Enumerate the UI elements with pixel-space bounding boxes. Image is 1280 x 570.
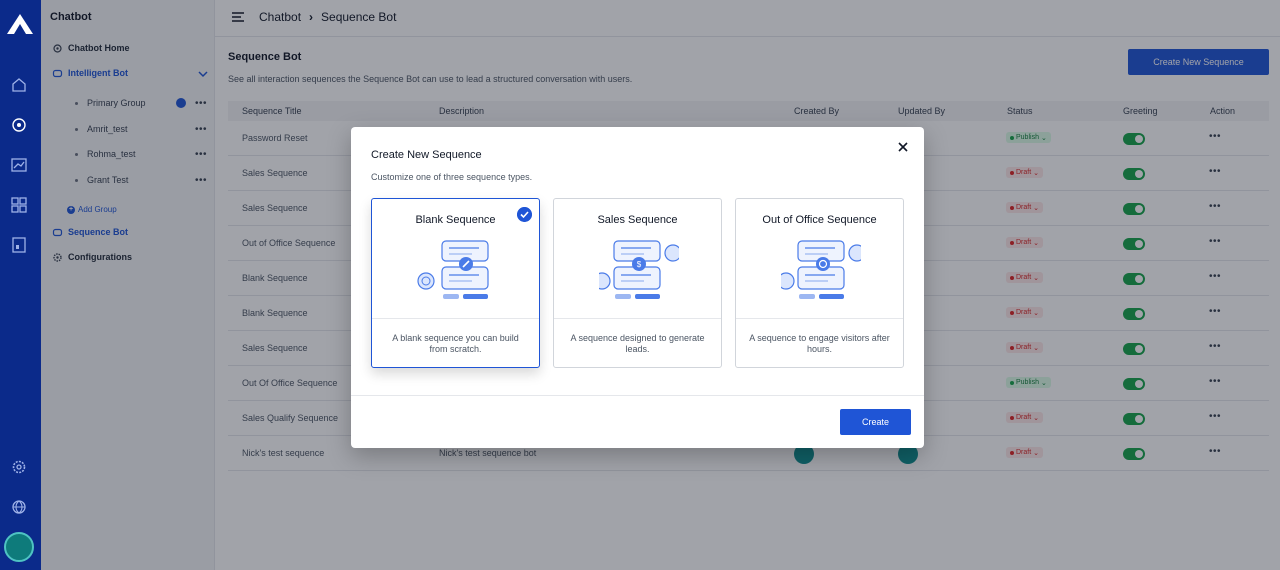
out-of-office-illustration-icon <box>781 240 861 299</box>
card-title: Out of Office Sequence <box>762 214 877 226</box>
reports-icon[interactable] <box>10 236 28 254</box>
card-divider <box>554 318 721 319</box>
apps-icon[interactable] <box>10 196 28 214</box>
card-divider <box>372 318 539 319</box>
user-avatar[interactable] <box>4 532 34 562</box>
svg-text:$: $ <box>637 260 642 269</box>
modal-title: Create New Sequence <box>371 149 482 161</box>
settings-icon[interactable] <box>10 458 28 476</box>
modal-footer-divider <box>351 395 924 396</box>
create-button[interactable]: Create <box>840 409 911 435</box>
card-divider <box>736 318 903 319</box>
globe-icon[interactable] <box>10 498 28 516</box>
sequence-card-sales[interactable]: Sales Sequence $ A sequence designed to … <box>553 198 722 368</box>
analytics-icon[interactable] <box>10 156 28 174</box>
card-description: A sequence designed to generate leads. <box>570 333 705 354</box>
card-title: Sales Sequence <box>597 214 678 226</box>
chatbot-icon[interactable] <box>10 116 28 134</box>
card-description: A sequence to engage visitors after hour… <box>749 333 890 354</box>
card-description: A blank sequence you can build from scra… <box>392 333 519 354</box>
blank-sequence-illustration-icon <box>417 240 489 299</box>
modal-subtitle: Customize one of three sequence types. <box>371 172 533 182</box>
app-logo-icon[interactable] <box>6 12 34 36</box>
app-rail <box>0 0 41 570</box>
sequence-card-blank[interactable]: Blank Sequence A blank sequence you can … <box>371 198 540 368</box>
sequence-card-out-of-office[interactable]: Out of Office Sequence A sequence to eng… <box>735 198 904 368</box>
check-icon <box>517 207 532 222</box>
close-icon[interactable] <box>897 141 909 153</box>
card-title: Blank Sequence <box>415 214 496 226</box>
create-sequence-modal: Create New Sequence Customize one of thr… <box>351 127 924 448</box>
sales-sequence-illustration-icon: $ <box>599 240 679 299</box>
home-icon[interactable] <box>10 76 28 94</box>
